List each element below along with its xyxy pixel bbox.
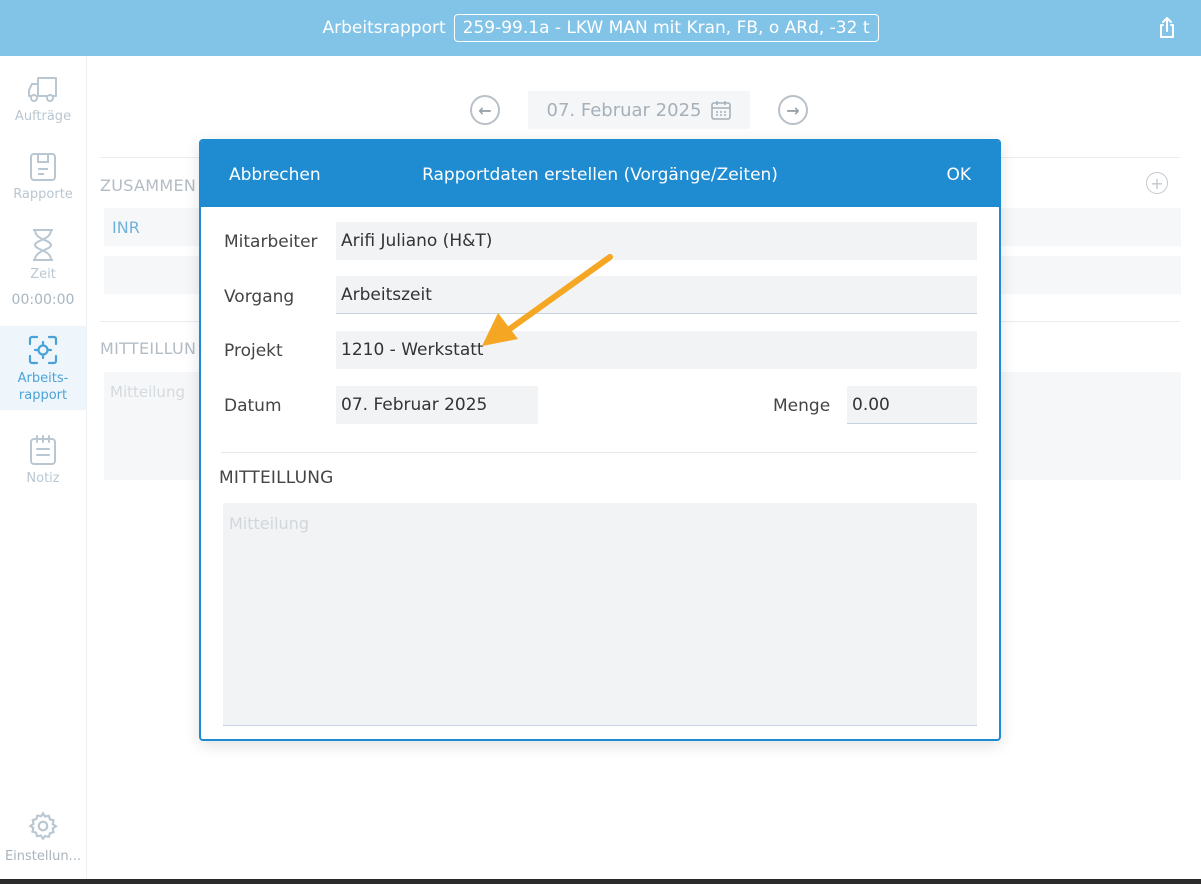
date-value: 07. Februar 2025 (546, 99, 702, 121)
next-day-button[interactable]: → (778, 95, 808, 125)
mitarbeiter-field[interactable]: Arifi Juliano (H&T) (336, 222, 977, 260)
divider (221, 452, 977, 453)
arrow-left-icon: ← (478, 100, 492, 120)
gear-icon (28, 811, 58, 841)
title-wrap: Arbeitsrapport 259-99.1a - LKW MAN mit K… (0, 0, 1201, 56)
arrow-right-icon: → (786, 100, 800, 120)
menge-label: Menge (773, 396, 831, 416)
projekt-field[interactable]: 1210 - Werkstatt (336, 331, 977, 369)
vorgang-label: Vorgang (224, 287, 295, 307)
sidebar-item-settings[interactable]: Einstellun... (0, 810, 86, 865)
message-placeholder: Mitteilung (110, 383, 185, 401)
timer-value: 00:00:00 (11, 292, 75, 308)
mitteilung-section-title: MITTEILLUNG (219, 468, 334, 488)
sidebar-item-label: Rapporte (13, 187, 73, 202)
projekt-label: Projekt (224, 341, 283, 361)
truck-icon (28, 77, 57, 102)
create-report-dialog: Abbrechen Rapportdaten erstellen (Vorgän… (199, 139, 1001, 741)
dialog-header: Abbrechen Rapportdaten erstellen (Vorgän… (201, 141, 999, 207)
share-icon[interactable] (1155, 16, 1179, 40)
sidebar: Aufträge Rapporte Zeit 00:00:00 Arbeits-… (0, 56, 87, 880)
section-zusammen: ZUSAMMEN (100, 176, 197, 195)
scan-target-icon (28, 335, 58, 365)
dialog-title: Rapportdaten erstellen (Vorgänge/Zeiten) (422, 165, 778, 185)
sidebar-item-notiz[interactable]: Notiz (0, 434, 86, 487)
sidebar-item-label: Arbeits- (17, 371, 69, 386)
sidebar-item-label: Notiz (26, 471, 60, 486)
calendar-icon (710, 101, 731, 120)
menge-field[interactable]: 0.00 (847, 386, 977, 424)
datum-field[interactable]: 07. Februar 2025 (336, 386, 538, 424)
bottom-bar (0, 879, 1201, 884)
previous-day-button[interactable]: ← (470, 95, 500, 125)
sidebar-item-label: Aufträge (14, 109, 72, 124)
sidebar-item-label: Zeit (30, 267, 56, 282)
top-bar: Arbeitsrapport 259-99.1a - LKW MAN mit K… (0, 0, 1201, 56)
page-title: Arbeitsrapport (322, 18, 446, 38)
sidebar-item-rapporte[interactable]: Rapporte (0, 152, 86, 203)
sidebar-item-label: Einstellun... (4, 849, 82, 864)
hourglass-icon (33, 229, 53, 261)
date-navigator: ← 07. Februar 2025 → (470, 90, 808, 130)
order-selector[interactable]: 259-99.1a - LKW MAN mit Kran, FB, o ARd,… (453, 14, 879, 42)
sidebar-item-label: rapport (18, 388, 68, 403)
inr-link[interactable]: INR (112, 218, 140, 237)
sidebar-item-arbeitsrapport[interactable]: Arbeits- rapport (0, 326, 86, 410)
message-placeholder: Mitteilung (229, 514, 309, 533)
date-field[interactable]: 07. Februar 2025 (528, 91, 750, 129)
message-textarea[interactable]: Mitteilung (223, 503, 977, 726)
sidebar-item-zeit[interactable]: Zeit 00:00:00 (0, 228, 86, 309)
document-icon (30, 153, 56, 181)
sidebar-item-auftraege[interactable]: Aufträge (0, 74, 86, 125)
ok-button[interactable]: OK (946, 165, 971, 185)
vorgang-field[interactable]: Arbeitszeit (336, 276, 977, 314)
mitarbeiter-label: Mitarbeiter (224, 232, 318, 252)
notepad-icon (30, 435, 56, 465)
add-icon[interactable]: + (1146, 172, 1168, 194)
datum-label: Datum (224, 396, 282, 416)
cancel-button[interactable]: Abbrechen (229, 165, 321, 185)
section-mitteilung: MITTEILLUN (100, 339, 197, 358)
